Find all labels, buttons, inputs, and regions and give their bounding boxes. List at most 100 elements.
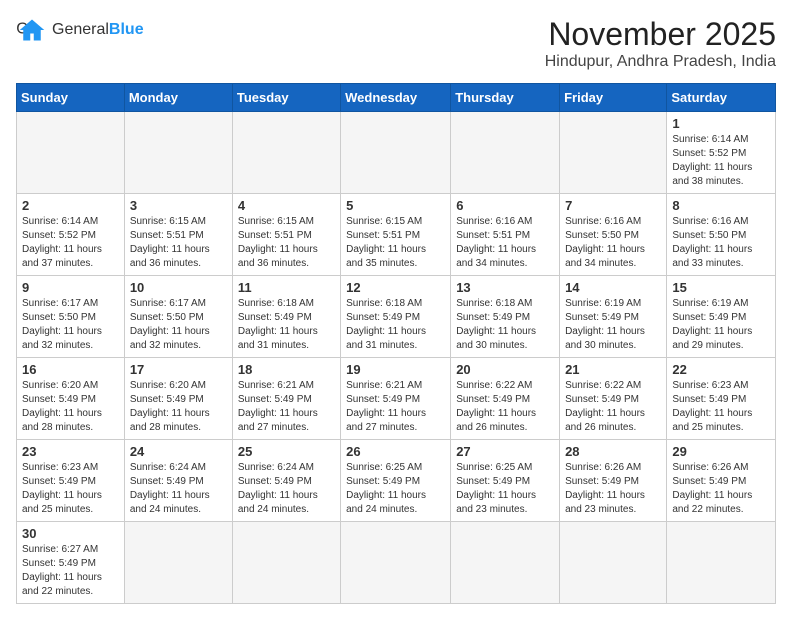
- calendar-cell: 17 Sunrise: 6:20 AM Sunset: 5:49 PM Dayli…: [124, 358, 232, 440]
- day-info: Sunrise: 6:15 AM Sunset: 5:51 PM Dayligh…: [346, 215, 445, 271]
- weekday-header-friday: Friday: [560, 84, 667, 112]
- day-info: Sunrise: 6:14 AM Sunset: 5:52 PM Dayligh…: [22, 215, 119, 271]
- day-number: 2: [22, 198, 119, 213]
- day-info: Sunrise: 6:16 AM Sunset: 5:50 PM Dayligh…: [672, 215, 770, 271]
- calendar-cell: 23 Sunrise: 6:23 AM Sunset: 5:49 PM Dayli…: [17, 440, 125, 522]
- calendar-cell: 12 Sunrise: 6:18 AM Sunset: 5:49 PM Dayli…: [341, 276, 451, 358]
- calendar-cell: [17, 112, 125, 194]
- day-info: Sunrise: 6:24 AM Sunset: 5:49 PM Dayligh…: [238, 461, 335, 517]
- day-info: Sunrise: 6:26 AM Sunset: 5:49 PM Dayligh…: [565, 461, 661, 517]
- calendar-cell: 4 Sunrise: 6:15 AM Sunset: 5:51 PM Daylig…: [232, 194, 340, 276]
- day-number: 19: [346, 362, 445, 377]
- day-info: Sunrise: 6:14 AM Sunset: 5:52 PM Dayligh…: [672, 133, 770, 189]
- day-info: Sunrise: 6:19 AM Sunset: 5:49 PM Dayligh…: [672, 297, 770, 353]
- weekday-header-saturday: Saturday: [667, 84, 776, 112]
- day-info: Sunrise: 6:21 AM Sunset: 5:49 PM Dayligh…: [238, 379, 335, 435]
- calendar-cell: 11 Sunrise: 6:18 AM Sunset: 5:49 PM Dayli…: [232, 276, 340, 358]
- day-info: Sunrise: 6:20 AM Sunset: 5:49 PM Dayligh…: [130, 379, 227, 435]
- day-info: Sunrise: 6:17 AM Sunset: 5:50 PM Dayligh…: [22, 297, 119, 353]
- calendar-cell: 20Sunrise: 6:22 AM Sunset: 5:49 PM Dayli…: [451, 358, 560, 440]
- day-info: Sunrise: 6:22 AM Sunset: 5:49 PM Dayligh…: [456, 379, 554, 435]
- title-section: November 2025 Hindupur, Andhra Pradesh, …: [545, 16, 776, 71]
- day-number: 12: [346, 280, 445, 295]
- calendar-cell: 27Sunrise: 6:25 AM Sunset: 5:49 PM Dayli…: [451, 440, 560, 522]
- calendar-cell: 28 Sunrise: 6:26 AM Sunset: 5:49 PM Dayli…: [560, 440, 667, 522]
- day-info: Sunrise: 6:24 AM Sunset: 5:49 PM Dayligh…: [130, 461, 227, 517]
- day-info: Sunrise: 6:20 AM Sunset: 5:49 PM Dayligh…: [22, 379, 119, 435]
- day-info: Sunrise: 6:18 AM Sunset: 5:49 PM Dayligh…: [456, 297, 554, 353]
- day-info: Sunrise: 6:21 AM Sunset: 5:49 PM Dayligh…: [346, 379, 445, 435]
- calendar-cell: [232, 522, 340, 604]
- day-info: Sunrise: 6:18 AM Sunset: 5:49 PM Dayligh…: [346, 297, 445, 353]
- calendar-cell: [451, 112, 560, 194]
- day-number: 7: [565, 198, 661, 213]
- day-info: Sunrise: 6:16 AM Sunset: 5:51 PM Dayligh…: [456, 215, 554, 271]
- day-number: 3: [130, 198, 227, 213]
- day-info: Sunrise: 6:26 AM Sunset: 5:49 PM Dayligh…: [672, 461, 770, 517]
- calendar-cell: [124, 112, 232, 194]
- location-title: Hindupur, Andhra Pradesh, India: [545, 53, 776, 71]
- calendar-cell: 16Sunrise: 6:20 AM Sunset: 5:49 PM Dayli…: [17, 358, 125, 440]
- day-number: 5: [346, 198, 445, 213]
- logo-text: GeneralBlue: [52, 21, 144, 39]
- calendar-cell: [341, 522, 451, 604]
- weekday-header-row: SundayMondayTuesdayWednesdayThursdayFrid…: [17, 84, 776, 112]
- calendar-table: SundayMondayTuesdayWednesdayThursdayFrid…: [16, 83, 776, 604]
- calendar-cell: 29Sunrise: 6:26 AM Sunset: 5:49 PM Dayli…: [667, 440, 776, 522]
- day-info: Sunrise: 6:25 AM Sunset: 5:49 PM Dayligh…: [456, 461, 554, 517]
- day-number: 4: [238, 198, 335, 213]
- calendar-cell: 24 Sunrise: 6:24 AM Sunset: 5:49 PM Dayli…: [124, 440, 232, 522]
- calendar-cell: 22 Sunrise: 6:23 AM Sunset: 5:49 PM Dayli…: [667, 358, 776, 440]
- calendar-cell: 18 Sunrise: 6:21 AM Sunset: 5:49 PM Dayli…: [232, 358, 340, 440]
- day-number: 8: [672, 198, 770, 213]
- week-row-3: 16Sunrise: 6:20 AM Sunset: 5:49 PM Dayli…: [17, 358, 776, 440]
- day-info: Sunrise: 6:22 AM Sunset: 5:49 PM Dayligh…: [565, 379, 661, 435]
- day-number: 26: [346, 444, 445, 459]
- calendar-cell: 2 Sunrise: 6:14 AM Sunset: 5:52 PM Daylig…: [17, 194, 125, 276]
- calendar-cell: 26Sunrise: 6:25 AM Sunset: 5:49 PM Dayli…: [341, 440, 451, 522]
- day-number: 22: [672, 362, 770, 377]
- week-row-0: 1Sunrise: 6:14 AM Sunset: 5:52 PM Daylig…: [17, 112, 776, 194]
- calendar-cell: [451, 522, 560, 604]
- day-info: Sunrise: 6:15 AM Sunset: 5:51 PM Dayligh…: [130, 215, 227, 271]
- week-row-4: 23 Sunrise: 6:23 AM Sunset: 5:49 PM Dayli…: [17, 440, 776, 522]
- day-number: 23: [22, 444, 119, 459]
- day-number: 15: [672, 280, 770, 295]
- day-info: Sunrise: 6:15 AM Sunset: 5:51 PM Dayligh…: [238, 215, 335, 271]
- day-info: Sunrise: 6:23 AM Sunset: 5:49 PM Dayligh…: [22, 461, 119, 517]
- calendar-cell: 30Sunrise: 6:27 AM Sunset: 5:49 PM Dayli…: [17, 522, 125, 604]
- page-header: G GeneralBlue November 2025 Hindupur, An…: [16, 16, 776, 71]
- day-info: Sunrise: 6:18 AM Sunset: 5:49 PM Dayligh…: [238, 297, 335, 353]
- calendar-cell: [560, 522, 667, 604]
- calendar-cell: 21Sunrise: 6:22 AM Sunset: 5:49 PM Dayli…: [560, 358, 667, 440]
- weekday-header-wednesday: Wednesday: [341, 84, 451, 112]
- day-number: 17: [130, 362, 227, 377]
- calendar-cell: 14 Sunrise: 6:19 AM Sunset: 5:49 PM Dayli…: [560, 276, 667, 358]
- day-info: Sunrise: 6:16 AM Sunset: 5:50 PM Dayligh…: [565, 215, 661, 271]
- calendar-cell: 9Sunrise: 6:17 AM Sunset: 5:50 PM Daylig…: [17, 276, 125, 358]
- month-title: November 2025: [545, 16, 776, 53]
- day-info: Sunrise: 6:17 AM Sunset: 5:50 PM Dayligh…: [130, 297, 227, 353]
- day-info: Sunrise: 6:19 AM Sunset: 5:49 PM Dayligh…: [565, 297, 661, 353]
- day-number: 28: [565, 444, 661, 459]
- day-number: 18: [238, 362, 335, 377]
- calendar-cell: [667, 522, 776, 604]
- calendar-cell: [124, 522, 232, 604]
- calendar-cell: [560, 112, 667, 194]
- day-number: 11: [238, 280, 335, 295]
- day-number: 24: [130, 444, 227, 459]
- calendar-cell: [341, 112, 451, 194]
- day-number: 6: [456, 198, 554, 213]
- calendar-cell: 7 Sunrise: 6:16 AM Sunset: 5:50 PM Daylig…: [560, 194, 667, 276]
- calendar-cell: 13Sunrise: 6:18 AM Sunset: 5:49 PM Dayli…: [451, 276, 560, 358]
- day-number: 25: [238, 444, 335, 459]
- calendar-cell: 3 Sunrise: 6:15 AM Sunset: 5:51 PM Daylig…: [124, 194, 232, 276]
- calendar-cell: 1Sunrise: 6:14 AM Sunset: 5:52 PM Daylig…: [667, 112, 776, 194]
- week-row-5: 30Sunrise: 6:27 AM Sunset: 5:49 PM Dayli…: [17, 522, 776, 604]
- weekday-header-tuesday: Tuesday: [232, 84, 340, 112]
- day-info: Sunrise: 6:23 AM Sunset: 5:49 PM Dayligh…: [672, 379, 770, 435]
- logo: G GeneralBlue: [16, 16, 144, 44]
- weekday-header-thursday: Thursday: [451, 84, 560, 112]
- day-number: 14: [565, 280, 661, 295]
- calendar-cell: 10Sunrise: 6:17 AM Sunset: 5:50 PM Dayli…: [124, 276, 232, 358]
